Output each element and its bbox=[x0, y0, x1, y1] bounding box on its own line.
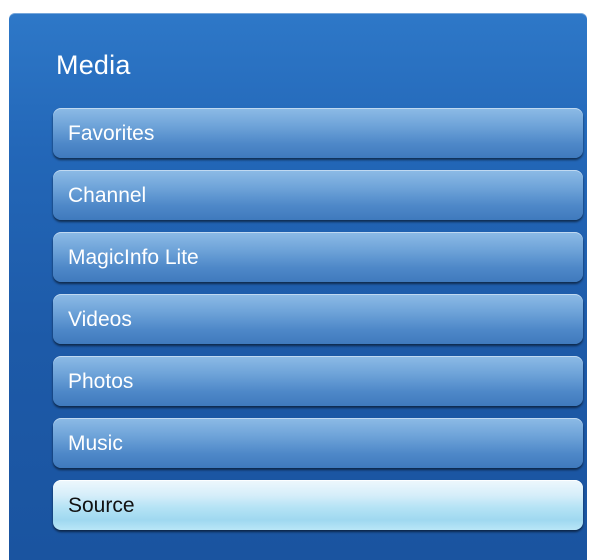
menu-item-label: Source bbox=[68, 494, 135, 517]
menu-item-magicinfo-lite[interactable]: MagicInfo Lite bbox=[53, 232, 583, 282]
menu-item-channel[interactable]: Channel bbox=[53, 170, 583, 220]
menu-item-favorites[interactable]: Favorites bbox=[53, 108, 583, 158]
menu-item-label: Videos bbox=[68, 308, 132, 331]
panel-title: Media bbox=[56, 50, 131, 80]
menu-item-music[interactable]: Music bbox=[53, 418, 583, 468]
menu-item-source[interactable]: Source bbox=[53, 480, 583, 530]
menu-item-videos[interactable]: Videos bbox=[53, 294, 583, 344]
menu-item-label: Photos bbox=[68, 370, 134, 393]
media-menu: Favorites Channel MagicInfo Lite Videos … bbox=[53, 108, 583, 542]
menu-item-label: Favorites bbox=[68, 122, 155, 145]
menu-item-photos[interactable]: Photos bbox=[53, 356, 583, 406]
menu-item-label: Music bbox=[68, 432, 123, 455]
media-panel: Media Favorites Channel MagicInfo Lite V… bbox=[9, 13, 587, 560]
menu-item-label: Channel bbox=[68, 184, 147, 207]
menu-item-label: MagicInfo Lite bbox=[68, 246, 199, 269]
